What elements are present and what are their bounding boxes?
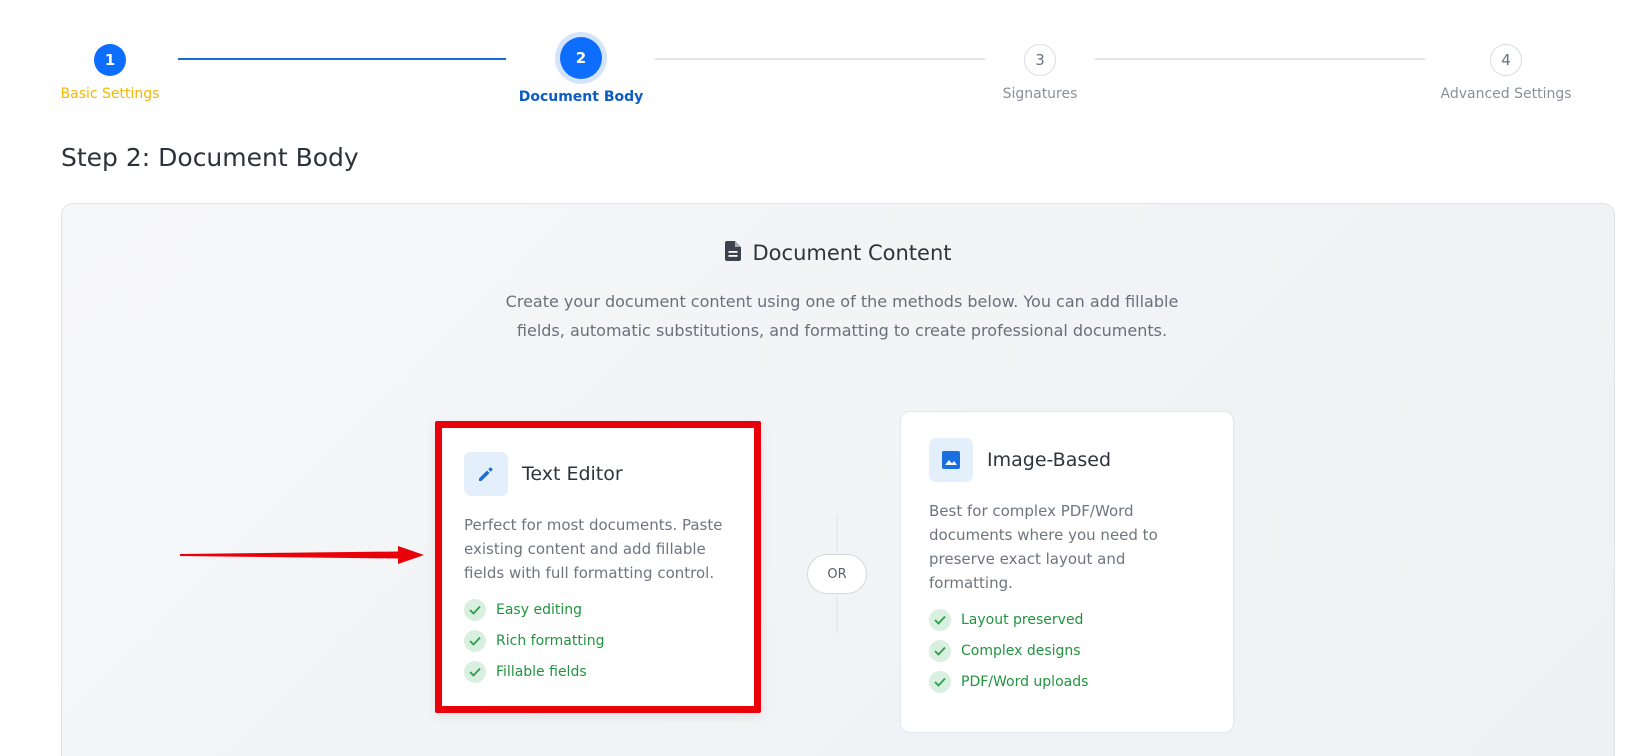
text-editor-title: Text Editor (522, 463, 623, 485)
step-3-label: Signatures (1002, 86, 1078, 102)
check-icon (464, 660, 486, 683)
step-2[interactable]: 2 Document Body (511, 37, 651, 105)
step-1[interactable]: 1 Basic Settings (40, 44, 180, 102)
step-3[interactable]: 3 Signatures (970, 44, 1110, 102)
step-2-label: Document Body (518, 89, 644, 105)
step-1-label: Basic Settings (60, 86, 160, 102)
step-connector-1 (178, 58, 506, 60)
document-icon (724, 241, 741, 265)
step-4-number: 4 (1490, 44, 1522, 76)
step-connector-3 (1095, 58, 1425, 60)
step-1-number: 1 (94, 44, 126, 76)
image-icon (929, 438, 973, 482)
feature-label: Complex designs (961, 642, 1081, 659)
feature-label: Easy editing (496, 601, 582, 618)
pencil-icon (464, 452, 508, 496)
text-editor-features: Easy editing Rich formatting Fillable fi… (464, 594, 605, 687)
check-icon (464, 629, 486, 652)
or-label: OR (807, 554, 867, 594)
feature-label: Fillable fields (496, 663, 587, 680)
step-3-number: 3 (1024, 44, 1056, 76)
feature-item: Complex designs (929, 635, 1088, 666)
text-editor-description: Perfect for most documents. Paste existi… (464, 516, 723, 582)
annotation-arrow-icon (180, 543, 425, 571)
check-icon (929, 608, 951, 631)
divider-line-bottom (836, 596, 838, 634)
panel-description: Create your document content using one o… (505, 292, 1179, 340)
text-editor-header: Text Editor (464, 452, 623, 496)
feature-item: Rich formatting (464, 625, 605, 656)
progress-stepper: 1 Basic Settings 2 Document Body 3 Signa… (0, 0, 1641, 120)
step-connector-2 (655, 58, 985, 60)
image-based-features: Layout preserved Complex designs PDF/Wor… (929, 604, 1088, 697)
feature-item: Layout preserved (929, 604, 1088, 635)
check-icon (929, 670, 951, 693)
feature-label: Rich formatting (496, 632, 605, 649)
panel-header: Document Content (62, 241, 1614, 265)
panel-title: Document Content (752, 241, 952, 265)
page-title: Step 2: Document Body (61, 143, 359, 172)
image-based-option-card[interactable]: Image-Based Best for complex PDF/Word do… (900, 411, 1234, 733)
image-based-title: Image-Based (987, 449, 1112, 471)
feature-label: PDF/Word uploads (961, 673, 1089, 690)
document-content-panel: Document Content Create your document co… (61, 203, 1615, 756)
step-4-label: Advanced Settings (1440, 86, 1572, 102)
step-4[interactable]: 4 Advanced Settings (1426, 44, 1586, 102)
text-editor-option-card[interactable]: Text Editor Perfect for most documents. … (435, 421, 761, 713)
image-based-description: Best for complex PDF/Word documents wher… (929, 502, 1158, 592)
feature-item: PDF/Word uploads (929, 666, 1088, 697)
step-2-number: 2 (560, 37, 602, 79)
feature-item: Easy editing (464, 594, 605, 625)
feature-item: Fillable fields (464, 656, 605, 687)
divider-line-top (836, 514, 838, 552)
check-icon (464, 598, 486, 621)
or-divider: OR (807, 554, 869, 594)
feature-label: Layout preserved (961, 611, 1084, 628)
check-icon (929, 639, 951, 662)
image-based-header: Image-Based (929, 438, 1111, 482)
